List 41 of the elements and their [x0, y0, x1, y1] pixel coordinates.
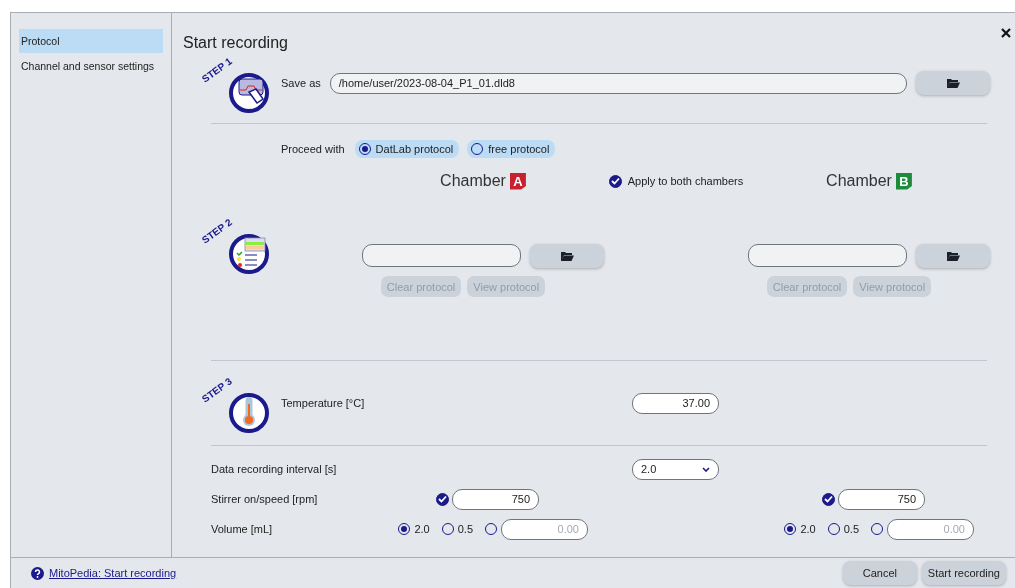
checkbox[interactable]: [608, 174, 622, 188]
protocol-file-field[interactable]: [748, 244, 908, 267]
radio-label: 0.5: [843, 523, 859, 535]
checklist-icon: [229, 234, 269, 274]
radio-label: 2.0: [414, 523, 430, 535]
file-path-field[interactable]: /home/user/2023-08-04_P1_01.dld8: [329, 72, 907, 94]
help-icon: [31, 566, 44, 580]
folder-icon: [946, 251, 960, 261]
chevron-down-icon: [702, 466, 710, 472]
sidebar-item[interactable]: Protocol: [19, 29, 163, 53]
browse-button[interactable]: [916, 71, 990, 95]
interval-label: Data recording interval [s]: [211, 463, 337, 475]
browse-button[interactable]: [530, 244, 604, 268]
touchscreen-icon: [229, 73, 269, 113]
temperature-label: Temperature [°C]: [281, 397, 365, 409]
proceed-label: Proceed with: [281, 143, 345, 155]
footer-button[interactable]: Start recording: [921, 561, 1006, 585]
folder-icon: [560, 251, 574, 261]
checkbox-label: Apply to both chambers: [627, 175, 744, 187]
footer-button[interactable]: Cancel: [842, 561, 917, 585]
temperature-field[interactable]: 37.00: [632, 392, 719, 414]
protocol-file-field[interactable]: [362, 244, 522, 267]
interval-dropdown[interactable]: 2.0: [632, 458, 719, 480]
chamber-badge: A: [509, 172, 526, 190]
stirrer-label: Stirrer on/speed [rpm]: [211, 493, 318, 505]
thermometer-icon: [229, 393, 269, 433]
sidebar-item[interactable]: Channel and sensor settings: [19, 54, 163, 78]
chamber-title: Chamber: [440, 172, 506, 190]
browse-button[interactable]: [916, 244, 990, 268]
radio-label: free protocol: [488, 143, 550, 155]
dialog-title: Start recording: [183, 34, 289, 52]
radio-label: 0.5: [457, 523, 473, 535]
chamber-title: Chamber: [826, 172, 892, 190]
save-as-label: Save as: [281, 77, 321, 89]
chamber-badge: B: [895, 172, 912, 190]
radio-label: DatLab protocol: [375, 143, 454, 155]
close-icon[interactable]: [1001, 28, 1011, 38]
folder-icon: [946, 78, 960, 88]
radio-label: 2.0: [800, 523, 816, 535]
help-link[interactable]: MitoPedia: Start recording: [49, 567, 177, 579]
volume-label: Volume [mL]: [211, 523, 273, 535]
